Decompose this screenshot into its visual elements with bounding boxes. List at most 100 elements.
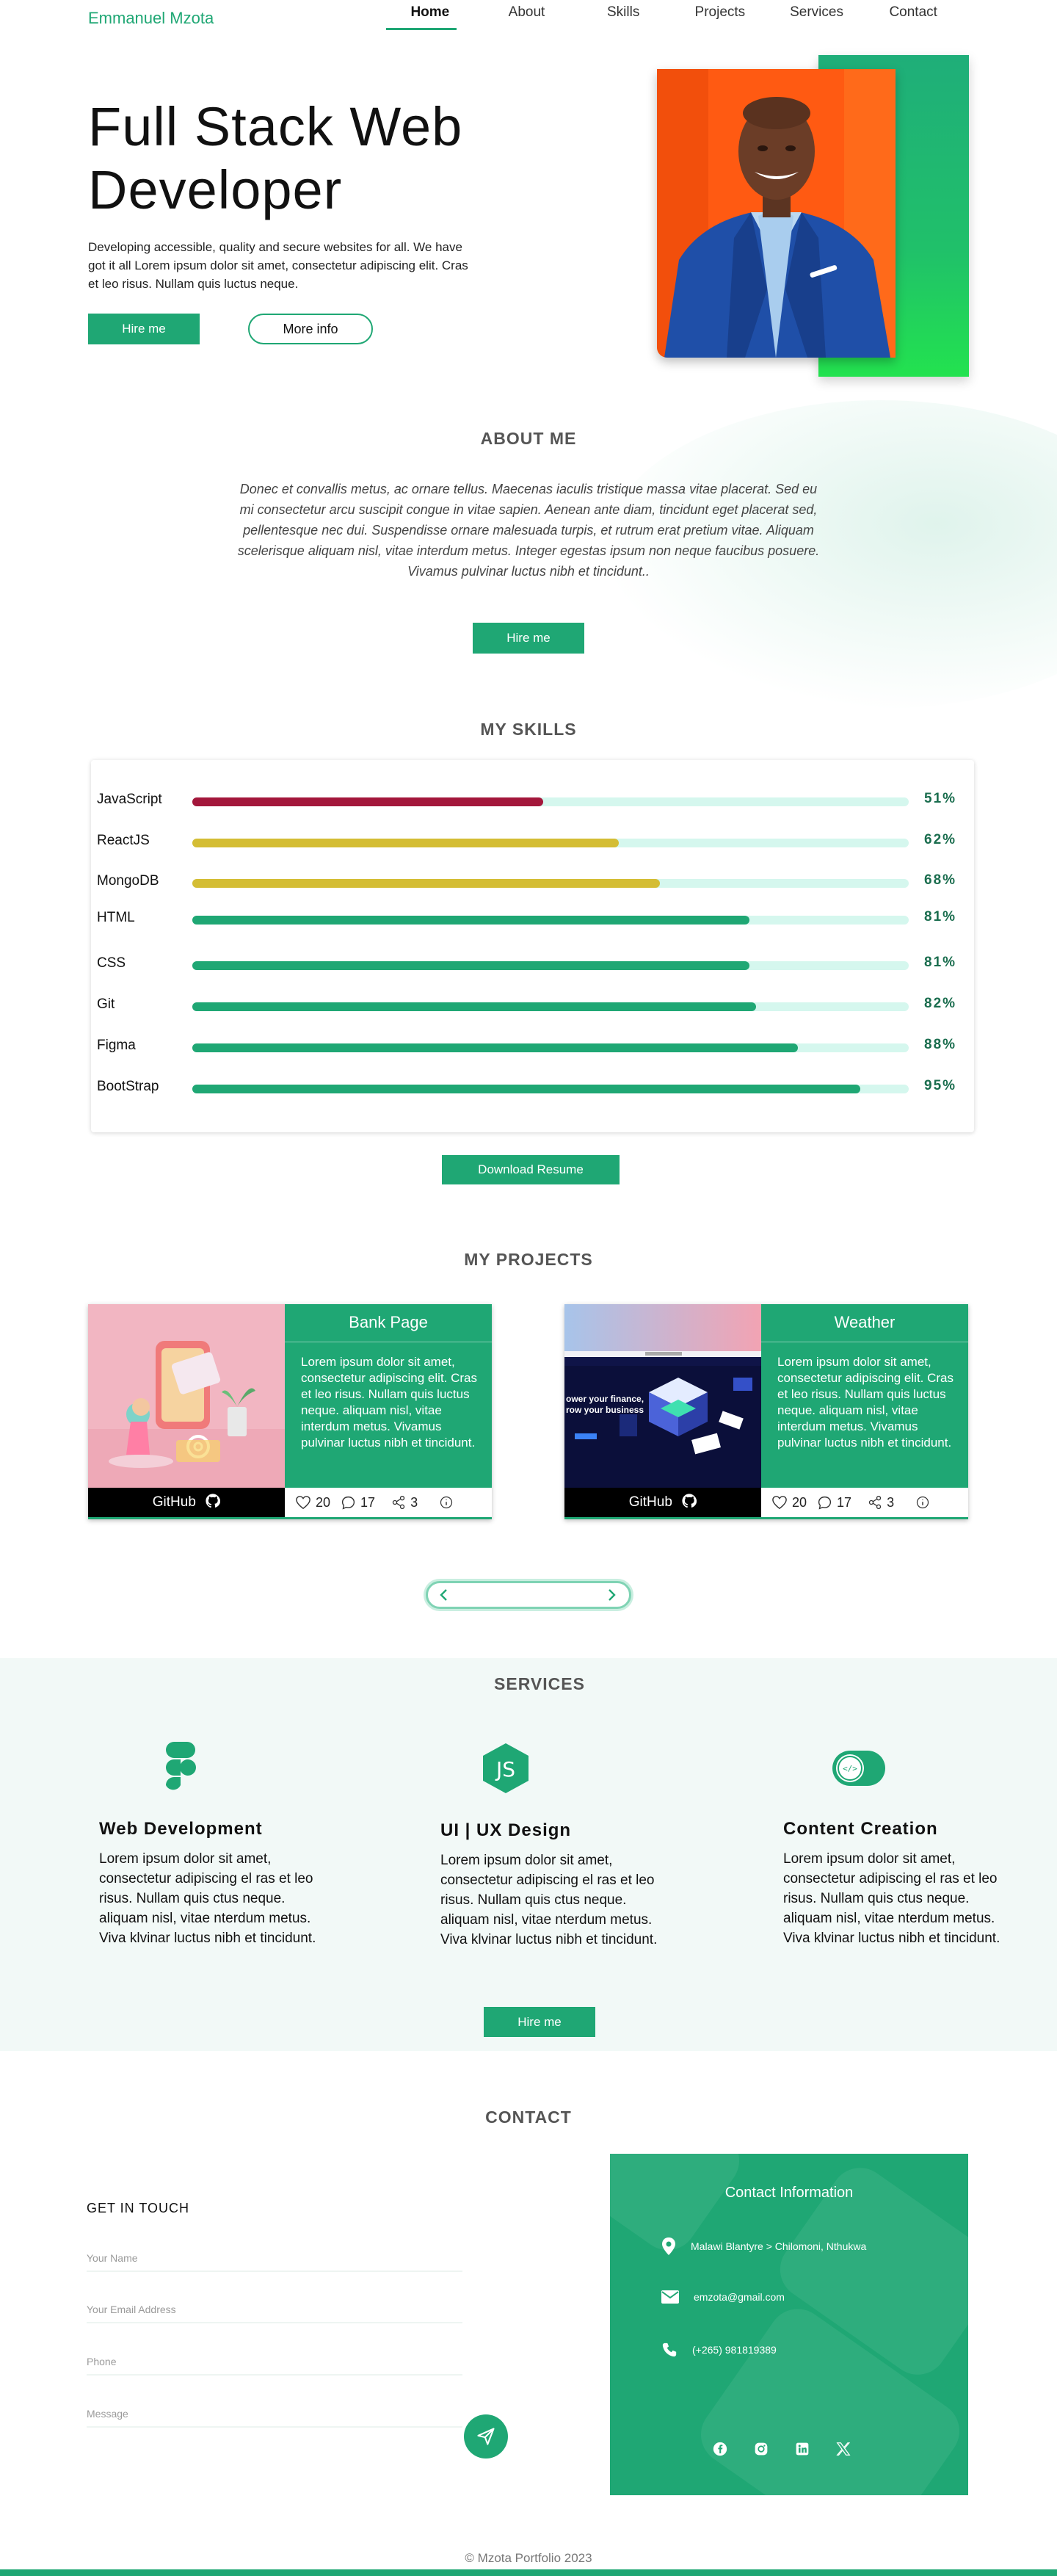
phone-icon [662, 2342, 677, 2357]
chevron-right-icon[interactable] [604, 1588, 619, 1602]
address-text: Malawi Blantyre > Chilomoni, Nthukwa [691, 2240, 867, 2252]
skill-percent: 81% [924, 909, 957, 925]
contact-address: Malawi Blantyre > Chilomoni, Nthukwa [661, 2237, 866, 2255]
service-title-uiux: UI | UX Design [440, 1820, 572, 1840]
svg-text:JS: JS [495, 1757, 515, 1781]
skill-bar-track [192, 1043, 909, 1052]
comment-stat[interactable]: 17 [817, 1495, 851, 1510]
skill-bar-fill [192, 916, 749, 925]
skill-bar-fill [192, 839, 619, 847]
nav-services[interactable]: Services [769, 0, 865, 34]
skill-name: MongoDB [97, 873, 159, 889]
skill-bar-track [192, 916, 909, 925]
carousel-pager [426, 1581, 631, 1609]
skill-name: Git [97, 996, 115, 1012]
project-github-link[interactable]: GitHub [564, 1488, 761, 1517]
service-desc-web: Lorem ipsum dolor sit amet, consectetur … [99, 1851, 316, 1946]
nav-home[interactable]: Home [382, 0, 479, 34]
service-title-content: Content Creation [783, 1819, 938, 1839]
project-stats: 20 17 3 [285, 1488, 492, 1517]
like-stat[interactable]: 20 [771, 1495, 807, 1510]
x-icon[interactable] [835, 2440, 852, 2458]
comment-count: 17 [360, 1494, 376, 1510]
like-count: 20 [792, 1494, 807, 1510]
skill-name: ReactJS [97, 833, 150, 848]
share-stat[interactable]: 3 [868, 1495, 894, 1510]
chevron-left-icon[interactable] [437, 1588, 451, 1602]
nav-skills[interactable]: Skills [575, 0, 672, 34]
info-icon[interactable] [916, 1496, 934, 1509]
github-label: GitHub [628, 1494, 672, 1510]
skill-row: HTML 81% [91, 907, 974, 929]
comment-stat[interactable]: 17 [341, 1495, 375, 1510]
nav-projects[interactable]: Projects [672, 0, 769, 34]
send-button[interactable] [464, 2414, 508, 2459]
services-hire-button[interactable]: Hire me [484, 2007, 595, 2037]
hero-title-line2: Developer [88, 159, 343, 220]
contact-email[interactable]: emzota@gmail.com [661, 2290, 785, 2304]
skill-percent: 62% [924, 832, 957, 847]
about-hire-button[interactable]: Hire me [473, 623, 584, 654]
phone-field[interactable] [87, 2349, 462, 2376]
skill-bar-track [192, 839, 909, 847]
mail-icon [661, 2290, 679, 2304]
share-count: 3 [887, 1494, 895, 1510]
footer-text: © Mzota Portfolio 2023 [465, 2551, 592, 2565]
main-nav: Home About Skills Projects Services Cont… [382, 0, 962, 34]
contact-phone[interactable]: (+265) 981819389 [661, 2342, 777, 2358]
nav-about[interactable]: About [479, 0, 575, 34]
hero-hire-button[interactable]: Hire me [88, 314, 200, 344]
download-resume-button[interactable]: Download Resume [442, 1155, 620, 1184]
facebook-icon[interactable] [711, 2440, 729, 2458]
skill-bar-fill [192, 1085, 861, 1093]
share-icon [868, 1496, 882, 1509]
project-github-link[interactable]: GitHub [88, 1488, 285, 1517]
project-image[interactable] [88, 1304, 285, 1488]
send-icon [477, 2428, 495, 2445]
share-count: 3 [410, 1494, 418, 1510]
like-count: 20 [316, 1494, 331, 1510]
project-description: Lorem ipsum dolor sit amet, consectetur … [301, 1355, 478, 1450]
more-info-button[interactable]: More info [248, 314, 373, 344]
linkedin-icon[interactable] [793, 2440, 811, 2458]
like-stat[interactable]: 20 [295, 1495, 330, 1510]
skill-percent: 88% [924, 1037, 957, 1052]
project-details: Bank Page Lorem ipsum dolor sit amet, co… [285, 1304, 492, 1488]
skill-bar-fill [192, 961, 749, 970]
github-icon [682, 1494, 697, 1508]
nav-contact[interactable]: Contact [865, 0, 962, 34]
about-title: ABOUT ME [480, 429, 577, 448]
project-card-bank: GitHub Bank Page Lorem ipsum dolor sit a… [88, 1304, 492, 1519]
github-label: GitHub [152, 1494, 196, 1510]
skill-bar-track [192, 879, 909, 888]
heart-icon [772, 1496, 787, 1510]
brand-logo[interactable]: Emmanuel Mzota [88, 9, 214, 28]
js-icon: JS [480, 1742, 531, 1798]
card-accent-line [88, 1517, 492, 1519]
hero-title-line1: Full Stack Web [88, 96, 463, 157]
instagram-icon[interactable] [752, 2440, 770, 2458]
skill-bar-track [192, 797, 909, 806]
comment-icon [341, 1496, 355, 1510]
info-icon[interactable] [440, 1496, 457, 1509]
comment-icon [818, 1496, 832, 1510]
project-stats: 20 17 3 [761, 1488, 968, 1517]
heart-icon [296, 1496, 310, 1510]
skill-bar-fill [192, 1043, 798, 1052]
name-field[interactable] [87, 2246, 462, 2272]
service-desc-content: Lorem ipsum dolor sit amet, consectetur … [783, 1851, 1000, 1946]
email-field[interactable] [87, 2297, 462, 2323]
github-icon [206, 1494, 221, 1508]
skill-percent: 51% [924, 791, 957, 806]
email-text: emzota@gmail.com [694, 2291, 785, 2303]
skill-row: BootStrap 95% [91, 1076, 974, 1098]
project-image[interactable]: ower your finance, row your business [564, 1304, 761, 1488]
skill-name: Figma [97, 1038, 136, 1053]
project-title: Bank Page [349, 1313, 428, 1331]
skill-row: JavaScript 51% [91, 789, 974, 811]
skill-row: Figma 88% [91, 1035, 974, 1057]
share-stat[interactable]: 3 [391, 1495, 418, 1510]
skill-bar-track [192, 1002, 909, 1011]
message-field[interactable] [87, 2401, 462, 2428]
hero-title: Full Stack Web Developer [88, 95, 462, 222]
